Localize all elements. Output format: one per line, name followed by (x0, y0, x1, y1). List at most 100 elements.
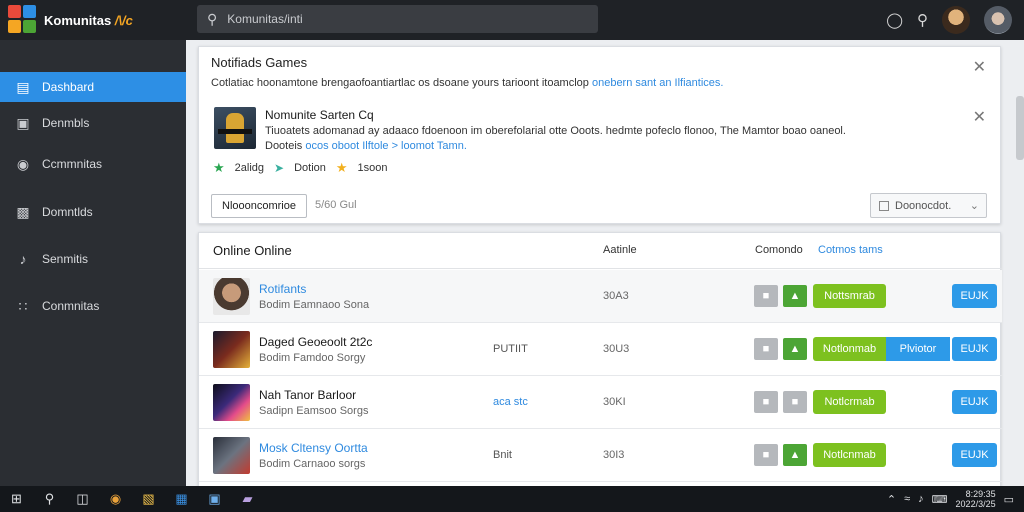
game-thumbnail (213, 384, 250, 421)
lock-icon[interactable]: ■ (754, 444, 778, 466)
table-row[interactable]: Daged Geoeoolt 2t2c Bodim Famdoo Sorgy P… (199, 323, 1002, 376)
app-logo[interactable]: Komunitas /\/c (0, 5, 186, 35)
lock-icon[interactable]: ■ (754, 391, 778, 413)
notification-dropdown[interactable]: Doonocdot. ⌄ (870, 193, 987, 218)
chat-icon[interactable]: ◯ (886, 11, 903, 29)
chrome-icon[interactable]: ◉ (99, 491, 132, 507)
download-icon: ▩ (16, 203, 30, 220)
game-description-link[interactable]: ocos oboot Ilftole > loomot Tamn. (305, 140, 467, 152)
notification-subtitle: Cotlatiac hoonamtone brengaofoantiartlac… (211, 77, 724, 89)
dropdown-value: Doonocdot. (895, 199, 952, 212)
avatar (213, 278, 250, 315)
table-row[interactable]: Mosk Cltensy Oortta Bodim Carnaoo sorgs … (199, 429, 1002, 482)
lock-icon[interactable]: ■ (783, 391, 807, 413)
inbox-icon: ▣ (16, 114, 30, 131)
sidebar-item-label: Dashbard (42, 80, 95, 94)
row-number: 30U3 (603, 343, 630, 355)
download-icon[interactable]: ▲ (783, 338, 807, 360)
badge-label: 2alidg (234, 162, 265, 174)
row-status: Bnit (493, 449, 512, 461)
row-blue-button[interactable]: EUJK (952, 390, 997, 414)
table-row[interactable]: Nah Tanor Barloor Sadipn Eamsoo Sorgs ac… (199, 376, 1002, 429)
row-green-button[interactable]: Notlcnmab (813, 443, 886, 467)
logo-icon (8, 5, 38, 35)
download-icon[interactable]: ▲ (783, 285, 807, 307)
folder-icon[interactable]: ▧ (132, 491, 165, 507)
column-header-activity: Aatinle (603, 244, 637, 256)
app-icon[interactable]: ▣ (198, 491, 231, 507)
checkbox-icon (879, 200, 889, 211)
search-input[interactable]: ⚲ Komunitas/inti (197, 5, 598, 33)
notification-title: Notifiads Games (211, 55, 308, 70)
top-icons: ◯ ⚲ (886, 0, 1024, 40)
sidebar-item-dashboard[interactable]: ▤ Dashbard (0, 72, 192, 102)
column-header-comm: Comondo (755, 244, 803, 256)
row-number: 30KI (603, 396, 626, 408)
volume-icon[interactable]: ♪ (918, 493, 924, 505)
row-status[interactable]: aca stc (493, 396, 528, 408)
game-title[interactable]: Nomunite Sarten Cq (265, 108, 374, 122)
row-name[interactable]: Rotifants (259, 282, 306, 296)
clock[interactable]: 8:29:35 2022/3/25 (956, 489, 996, 509)
row-name[interactable]: Nah Tanor Barloor (259, 388, 356, 402)
row-status: PUTIIT (493, 343, 528, 355)
row-blue-button[interactable]: EUJK (952, 284, 997, 308)
row-name[interactable]: Daged Geoeoolt 2t2c (259, 335, 372, 349)
row-number: 30I3 (603, 449, 625, 461)
sidebar-item-inbox[interactable]: ▣ Denmbls (0, 108, 186, 138)
close-icon[interactable]: ✕ (973, 107, 986, 127)
search-icon[interactable]: ⚲ (917, 11, 928, 29)
notification-icon[interactable]: ▭ (1004, 493, 1014, 506)
game-icon[interactable]: ▰ (231, 491, 264, 507)
star-icon: ★ (335, 160, 348, 175)
table-row[interactable]: Rotifants Bodim Eamnaoo Sona 30A3 ■ ▲ No… (199, 270, 1002, 323)
row-blue-tag[interactable]: Plviotor (886, 337, 950, 361)
avatar-secondary[interactable] (984, 6, 1012, 34)
row-name[interactable]: Mosk Cltensy Oortta (259, 441, 368, 455)
search-icon[interactable]: ⚲ (33, 491, 66, 507)
arrow-icon: ➤ (274, 161, 285, 175)
column-header-link[interactable]: Cotmos tams (818, 244, 883, 256)
chevron-up-icon[interactable]: ⌃ (887, 493, 896, 506)
search-placeholder: Komunitas/inti (227, 12, 303, 26)
row-green-button[interactable]: Notlonmab (813, 337, 886, 361)
game-thumbnail[interactable] (214, 107, 256, 149)
sidebar-item-grid[interactable]: ∷ Conmnitas (0, 291, 186, 321)
notification-action-button[interactable]: Nloooncomrioe (211, 194, 307, 218)
keyboard-icon[interactable]: ⌨ (932, 493, 948, 506)
avatar[interactable] (942, 6, 970, 34)
notification-subtitle-link[interactable]: onebern sant an Ilfiantices. (592, 77, 723, 89)
main-content: Notifiads Games ✕ Cotlatiac hoonamtone b… (186, 40, 1024, 486)
download-icon[interactable]: ▲ (783, 444, 807, 466)
clock-date: 2022/3/25 (955, 499, 996, 509)
row-green-button[interactable]: Notlcrmab (813, 390, 886, 414)
game-description-link-line: Dooteis ocos oboot Ilftole > loomot Tamn… (265, 140, 467, 152)
sidebar-item-music[interactable]: ♪ Senmitis (0, 244, 186, 274)
sidebar-item-downloads[interactable]: ▩ Domntlds (0, 197, 186, 227)
row-green-button[interactable]: Nottsmrab (813, 284, 886, 308)
sidebar-item-label: Ccmmnitas (42, 157, 103, 171)
music-icon: ♪ (19, 251, 27, 267)
lock-icon[interactable]: ■ (754, 285, 778, 307)
scrollbar[interactable] (1016, 96, 1024, 160)
network-icon[interactable]: ≈ (904, 493, 910, 505)
notification-muted-text: 5/60 Gul (315, 199, 357, 211)
store-icon[interactable]: ▦ (165, 491, 198, 507)
sidebar-item-community[interactable]: ◉ Ccmmnitas (0, 149, 186, 179)
sidebar-item-label: Denmbls (42, 116, 90, 130)
close-icon[interactable]: ✕ (973, 57, 986, 77)
sidebar-item-label: Conmnitas (42, 299, 100, 313)
row-blue-button[interactable]: EUJK (952, 443, 997, 467)
row-blue-button[interactable]: EUJK (952, 337, 997, 361)
game-description: Tiuoatets adomanad ay adaaco fdoenoon im… (265, 125, 846, 137)
sidebar-item-label: Domntlds (42, 205, 93, 219)
windows-start-icon[interactable]: ⊞ (0, 491, 33, 507)
top-bar: Komunitas /\/c ⚲ Komunitas/inti ◯ ⚲ (0, 0, 1024, 40)
online-list-header: Online Online Aatinle Comondo Cotmos tam… (199, 233, 1002, 269)
sidebar: ▤ Dashbard ▣ Denmbls ◉ Ccmmnitas ▩ Domnt… (0, 40, 192, 486)
app-title: Komunitas /\/c (44, 12, 133, 28)
task-view-icon[interactable]: ◫ (66, 491, 99, 507)
lock-icon[interactable]: ■ (754, 338, 778, 360)
taskbar: ⊞ ⚲ ◫ ◉ ▧ ▦ ▣ ▰ ⌃ ≈ ♪ ⌨ 8:29:35 2022/3/2… (0, 486, 1024, 512)
row-subtitle: Bodim Carnaoo sorgs (259, 458, 366, 470)
